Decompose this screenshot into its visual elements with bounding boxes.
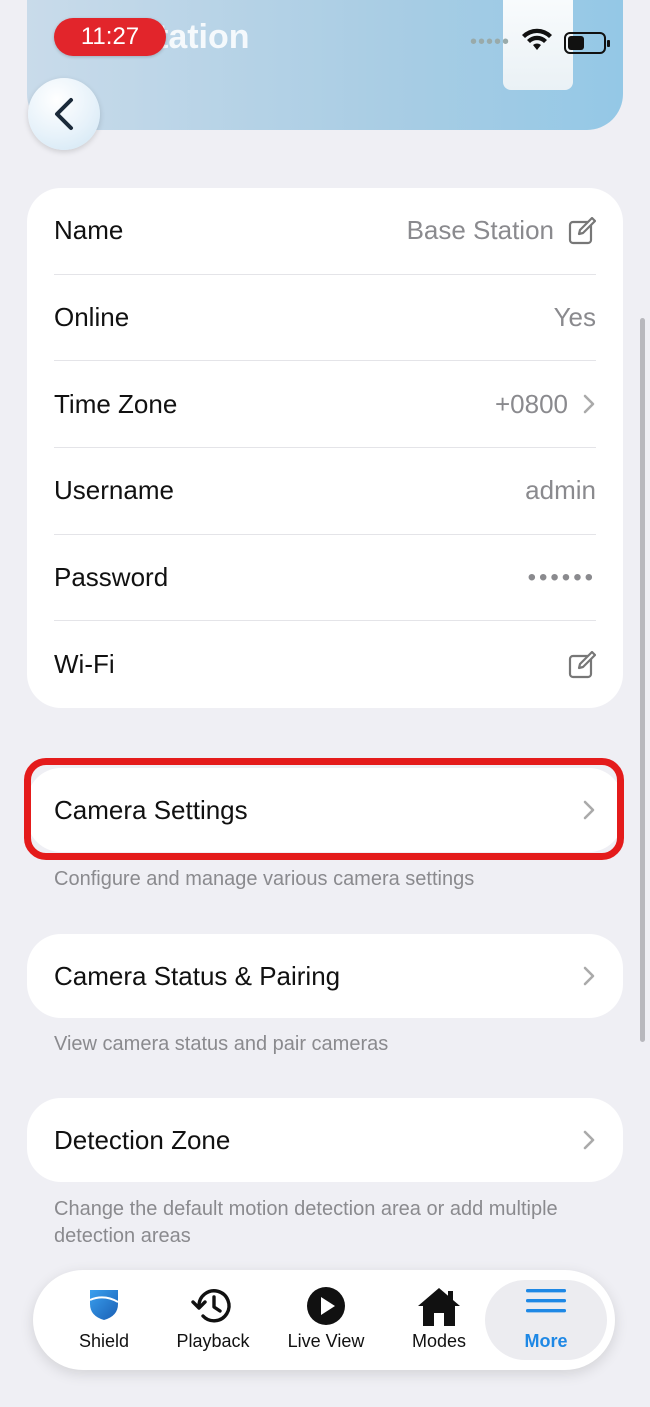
chevron-right-icon	[583, 966, 595, 986]
chevron-right-icon	[583, 800, 595, 820]
history-icon	[191, 1286, 235, 1331]
status-time: 11:27	[54, 18, 166, 56]
item-label: Detection Zone	[54, 1124, 231, 1155]
tab-label: Playback	[176, 1331, 250, 1351]
row-value: +0800	[494, 388, 568, 419]
item-label: Camera Status & Pairing	[54, 960, 341, 991]
signal-dots-icon: •••••	[469, 31, 510, 53]
chevron-right-icon	[583, 394, 595, 414]
edit-icon[interactable]	[568, 650, 596, 679]
detection-zone-item[interactable]: Detection Zone	[27, 1098, 623, 1182]
chevron-left-icon	[55, 98, 73, 130]
menu-icon	[526, 1286, 566, 1321]
online-row: Online Yes	[54, 275, 596, 362]
scrollbar[interactable]	[640, 318, 645, 1042]
camera-settings-item[interactable]: Camera Settings	[27, 768, 623, 852]
play-circle-icon	[306, 1286, 346, 1331]
battery-icon	[564, 31, 610, 54]
tab-playback[interactable]: Playback	[158, 1280, 268, 1360]
tab-more[interactable]: More	[485, 1280, 607, 1360]
edit-icon[interactable]	[568, 216, 596, 245]
wifi-row[interactable]: Wi-Fi	[54, 621, 596, 708]
device-info-card: Name Base Station Online Yes Time Zone +…	[27, 188, 623, 708]
row-label: Name	[54, 215, 124, 246]
status-indicators: •••••	[469, 28, 610, 57]
row-label: Username	[54, 475, 174, 506]
wifi-icon	[522, 28, 552, 57]
chevron-right-icon	[583, 1130, 595, 1150]
row-value: admin	[525, 475, 596, 506]
camera-settings-description: Configure and manage various camera sett…	[54, 868, 475, 890]
password-mask: ••••••	[527, 563, 596, 591]
name-row[interactable]: Name Base Station	[54, 188, 596, 275]
page-title: tation	[157, 18, 250, 56]
tab-label: More	[524, 1331, 568, 1351]
row-label: Wi-Fi	[54, 649, 115, 680]
row-value: Base Station	[406, 215, 554, 246]
row-label: Password	[54, 562, 169, 593]
tab-label: Modes	[411, 1331, 467, 1351]
row-value: Yes	[553, 302, 596, 333]
detection-zone-description: Change the default motion detection area…	[54, 1198, 558, 1247]
tab-live-view[interactable]: Live View	[271, 1280, 381, 1360]
camera-status-pairing-item[interactable]: Camera Status & Pairing	[27, 934, 623, 1018]
username-row: Username admin	[54, 448, 596, 535]
home-icon	[416, 1286, 462, 1333]
tab-modes[interactable]: Modes	[384, 1280, 494, 1360]
back-button[interactable]	[28, 78, 100, 150]
tab-label: Shield	[78, 1331, 130, 1351]
camera-status-description: View camera status and pair cameras	[54, 1033, 389, 1055]
tab-label: Live View	[287, 1331, 365, 1351]
shield-icon	[86, 1286, 122, 1327]
tab-bar: Shield Playback Live View Modes More	[33, 1270, 615, 1370]
time-zone-row[interactable]: Time Zone +0800	[54, 361, 596, 449]
item-label: Camera Settings	[54, 794, 248, 825]
row-label: Time Zone	[54, 388, 178, 419]
password-row: Password ••••••	[54, 535, 596, 622]
row-label: Online	[54, 302, 130, 333]
tab-shield[interactable]: Shield	[49, 1280, 159, 1360]
